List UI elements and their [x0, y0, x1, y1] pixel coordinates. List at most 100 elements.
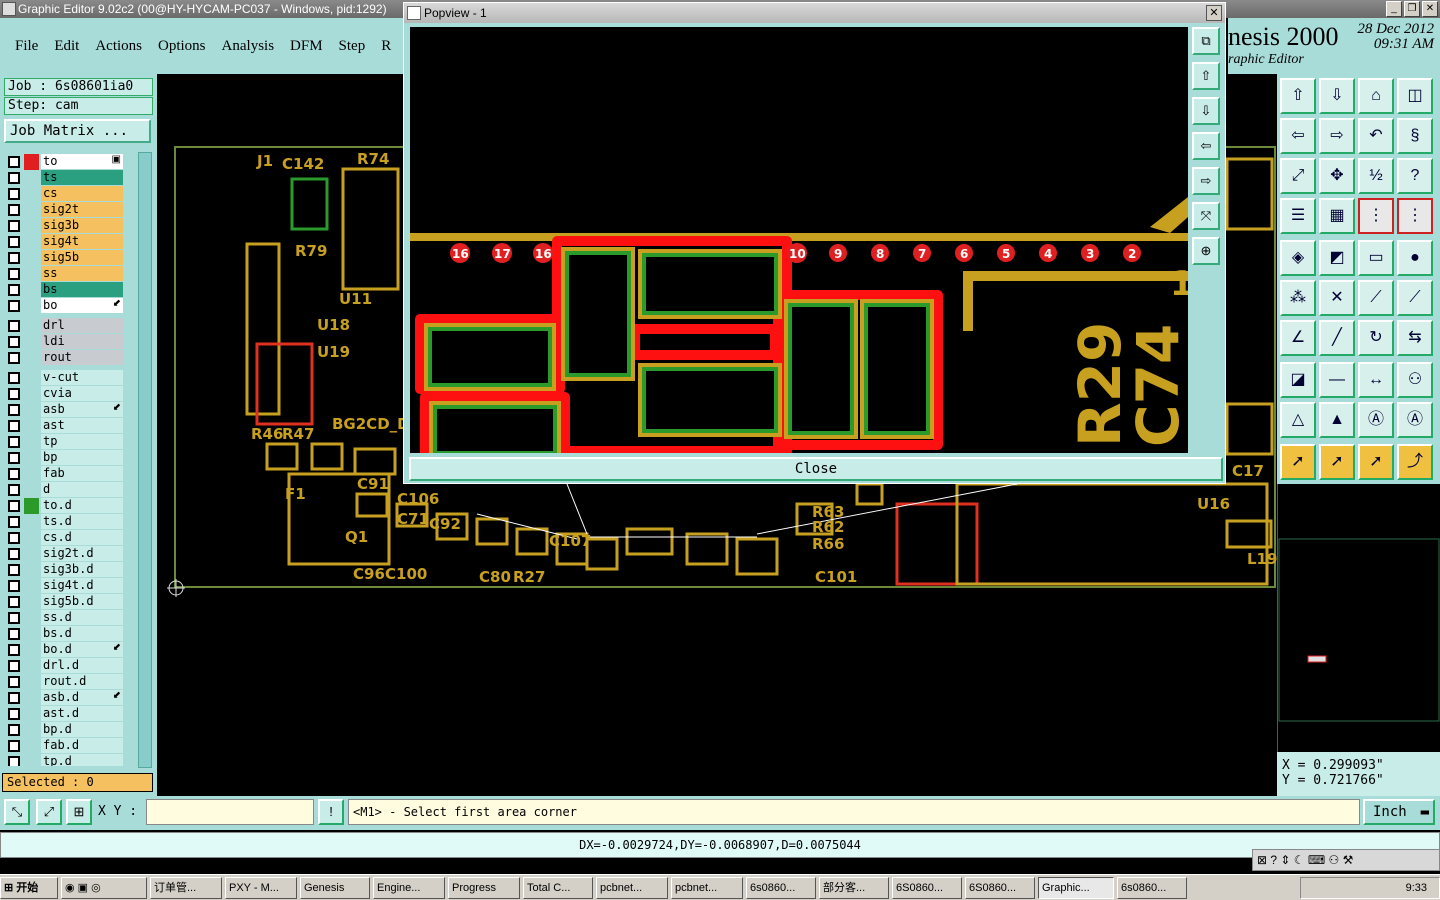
pointer-select-icon[interactable]: ➚: [1319, 444, 1355, 480]
layer-checkbox[interactable]: [8, 580, 20, 592]
layer-row[interactable]: ts.d: [4, 514, 137, 530]
help-icon[interactable]: ?: [1397, 158, 1433, 194]
layer-name[interactable]: ldi: [41, 334, 123, 349]
layer-name[interactable]: bo: [41, 298, 123, 313]
layer-checkbox[interactable]: [8, 188, 20, 200]
task-item[interactable]: Progress: [448, 876, 520, 899]
shape-icon[interactable]: ◪: [1280, 362, 1316, 398]
layer-checkbox[interactable]: [8, 660, 20, 672]
pan-down-icon[interactable]: ⇩: [1192, 97, 1220, 125]
layer-checkbox[interactable]: [8, 708, 20, 720]
layer-row[interactable]: drl.d: [4, 658, 137, 674]
layer-tool-icon[interactable]: ☰: [1280, 198, 1316, 234]
task-item[interactable]: PXY - M...: [225, 876, 297, 899]
task-item[interactable]: 订单管...: [150, 876, 222, 899]
layer-row[interactable]: bp.d: [4, 722, 137, 738]
layer-color-swatch[interactable]: [24, 402, 39, 418]
pointer-route-icon[interactable]: ⤴: [1397, 444, 1433, 480]
task-item-active[interactable]: Graphic...: [1038, 876, 1114, 899]
layer-name[interactable]: tp: [41, 434, 123, 449]
menu-file[interactable]: File: [15, 38, 38, 55]
layer-name[interactable]: rout: [41, 350, 123, 365]
redraw-icon[interactable]: §: [1397, 118, 1433, 154]
layer-checkbox[interactable]: [8, 564, 20, 576]
pan-left-icon[interactable]: ⇦: [1192, 132, 1220, 160]
pan-left-tool-icon[interactable]: ⇦: [1280, 118, 1316, 154]
layer-checkbox[interactable]: [8, 300, 20, 312]
flip-icon[interactable]: ⇆: [1397, 320, 1433, 356]
layer-color-swatch[interactable]: [24, 578, 39, 594]
layer-color-swatch[interactable]: [24, 234, 39, 250]
pointer-drag-icon[interactable]: ➚: [1358, 444, 1394, 480]
layer-name[interactable]: sig5b.d: [41, 594, 123, 609]
task-item[interactable]: 6S0860...: [892, 876, 962, 899]
restore-button[interactable]: ❐: [1404, 1, 1420, 17]
layer-name[interactable]: ts.d: [41, 514, 123, 529]
layer-name[interactable]: rout.d: [41, 674, 123, 689]
layer-row[interactable]: ldi: [4, 334, 137, 350]
task-item[interactable]: 6s0860...: [1117, 876, 1187, 899]
layer-color-swatch[interactable]: [24, 466, 39, 482]
layer-checkbox[interactable]: [8, 420, 20, 432]
layer-name[interactable]: ast.d: [41, 706, 123, 721]
layer-checkbox[interactable]: [8, 388, 20, 400]
layer-color-swatch[interactable]: [24, 498, 39, 514]
circle-group-icon[interactable]: ⚇: [1397, 362, 1433, 398]
layer-name[interactable]: bs: [41, 282, 123, 297]
task-item[interactable]: 6S0860...: [965, 876, 1035, 899]
layer-name[interactable]: fab.d: [41, 738, 123, 753]
popview-canvas[interactable]: 16 17 16 10 9 8 7 6 5 4 3 2 1 R29 C74: [410, 27, 1188, 453]
layer-color-swatch[interactable]: [24, 202, 39, 218]
layer-checkbox[interactable]: [8, 336, 20, 348]
pad-icon[interactable]: ●: [1397, 240, 1433, 276]
task-item[interactable]: Engine...: [373, 876, 445, 899]
triangle-icon[interactable]: △: [1280, 402, 1316, 438]
layer-row[interactable]: d: [4, 482, 137, 498]
horizontal-line-icon[interactable]: —: [1319, 362, 1355, 398]
layer-row[interactable]: bp: [4, 450, 137, 466]
layer-color-swatch[interactable]: [24, 350, 39, 366]
xy-input[interactable]: [146, 799, 314, 825]
layer-row[interactable]: cs.d: [4, 530, 137, 546]
layer-color-swatch[interactable]: [24, 482, 39, 498]
layer-name[interactable]: drl: [41, 318, 123, 333]
layer-name[interactable]: to.d: [41, 498, 123, 513]
layer-checkbox[interactable]: [8, 676, 20, 688]
layer-name[interactable]: cs: [41, 186, 123, 201]
pan-right-icon[interactable]: ⇨: [1192, 167, 1220, 195]
layer-checkbox[interactable]: [8, 500, 20, 512]
layer-name[interactable]: bo.d: [41, 642, 123, 657]
layer-name[interactable]: ss: [41, 266, 123, 281]
layer-row[interactable]: fab: [4, 466, 137, 482]
task-item[interactable]: pcbnet...: [596, 876, 668, 899]
layer-color-swatch[interactable]: [24, 170, 39, 186]
line-node-alt-icon[interactable]: ⟋: [1397, 280, 1433, 316]
menu-dfm[interactable]: DFM: [290, 38, 323, 55]
layer-name[interactable]: ts: [41, 170, 123, 185]
ime-toolbar[interactable]: ⊠ ? ⇕ ☾ ⌨ ⚇ ⚒: [1252, 849, 1440, 871]
task-item[interactable]: 6s0860...: [746, 876, 816, 899]
layer-row[interactable]: drl: [4, 318, 137, 334]
ruler-icon[interactable]: ▭: [1358, 240, 1394, 276]
menu-more[interactable]: R: [381, 38, 391, 55]
task-item[interactable]: 部分客...: [819, 876, 889, 899]
layer-row[interactable]: fab.d: [4, 738, 137, 754]
layer-color-swatch[interactable]: [24, 610, 39, 626]
layer-name[interactable]: sig2t.d: [41, 546, 123, 561]
menu-options[interactable]: Options: [158, 38, 206, 55]
layer-row[interactable]: ss.d: [4, 610, 137, 626]
layer-row[interactable]: v-cut: [4, 370, 137, 386]
layer-name[interactable]: cs.d: [41, 530, 123, 545]
layer-name[interactable]: sig3b.d: [41, 562, 123, 577]
layer-color-swatch[interactable]: [24, 450, 39, 466]
job-matrix-button[interactable]: Job Matrix ...: [4, 119, 151, 143]
layer-name[interactable]: sig3b: [41, 218, 123, 233]
distance-icon[interactable]: ↔: [1358, 362, 1394, 398]
popview-close-icon[interactable]: ✕: [1206, 5, 1222, 21]
layer-checkbox[interactable]: [8, 692, 20, 704]
layer-row[interactable]: asb ⬋: [4, 402, 137, 418]
text-a-alt-icon[interactable]: Ⓐ: [1397, 402, 1433, 438]
menu-edit[interactable]: Edit: [54, 38, 79, 55]
task-item[interactable]: pcbnet...: [671, 876, 743, 899]
layer-name[interactable]: fab: [41, 466, 123, 481]
